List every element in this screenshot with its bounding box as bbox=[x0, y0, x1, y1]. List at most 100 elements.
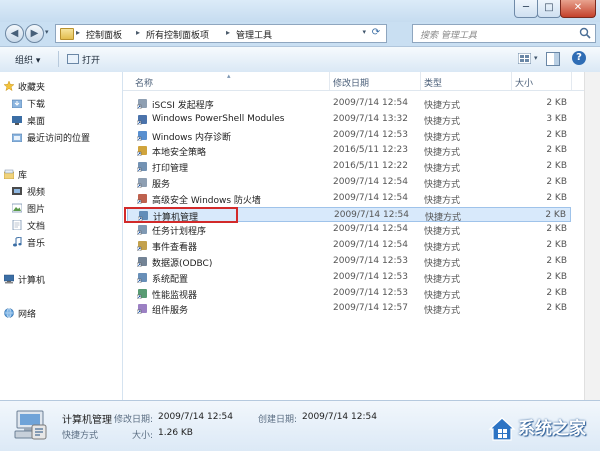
nav-videos[interactable]: 视频 bbox=[0, 183, 120, 199]
vertical-scrollbar[interactable] bbox=[584, 72, 600, 400]
change-view-icon[interactable] bbox=[518, 53, 531, 64]
refresh-icon[interactable]: ⟳ bbox=[369, 26, 383, 40]
file-name: 数据源(ODBC) bbox=[152, 259, 213, 269]
open-icon bbox=[67, 54, 79, 64]
navigation-pane: 收藏夹 下载 桌面 最近访问的位置 库 视频 图片 文档 音乐 计算机 网络 bbox=[0, 72, 123, 400]
address-bar[interactable]: ▸ 控制面板 ▸ 所有控制面板项 ▸ 管理工具 ▾ ⟳ bbox=[55, 24, 387, 43]
column-header-type[interactable]: 类型 bbox=[424, 76, 442, 89]
house-logo-icon bbox=[488, 417, 516, 441]
nav-libraries[interactable]: 库 bbox=[0, 166, 120, 182]
file-size: 2 KB bbox=[545, 209, 566, 220]
details-size-label: 大小: bbox=[132, 431, 154, 441]
open-button[interactable]: 打开 bbox=[82, 53, 100, 66]
preview-pane-icon[interactable] bbox=[546, 52, 560, 66]
search-icon[interactable] bbox=[579, 27, 591, 39]
address-dropdown-icon[interactable]: ▾ bbox=[362, 28, 366, 36]
forward-button[interactable]: ▶ bbox=[25, 24, 44, 43]
nav-recent-places[interactable]: 最近访问的位置 bbox=[0, 129, 120, 145]
file-row[interactable]: iSCSI 发起程序 2009/7/14 12:54 快捷方式 2 KB bbox=[127, 96, 571, 111]
column-header-modified[interactable]: 修改日期 bbox=[333, 76, 369, 89]
file-row[interactable]: 高级安全 Windows 防火墙 2009/7/14 12:54 快捷方式 2 KB bbox=[127, 191, 571, 206]
file-size: 2 KB bbox=[546, 303, 567, 314]
shortcut-icon bbox=[137, 288, 147, 299]
file-size: 2 KB bbox=[546, 224, 567, 235]
file-modified-date: 2009/7/14 12:54 bbox=[333, 177, 408, 187]
column-header-size[interactable]: 大小 bbox=[515, 76, 533, 89]
nav-computer[interactable]: 计算机 bbox=[0, 271, 120, 287]
file-type: 快捷方式 bbox=[424, 164, 461, 175]
file-name: 组件服务 bbox=[152, 306, 189, 317]
file-row[interactable]: 任务计划程序 2009/7/14 12:54 快捷方式 2 KB bbox=[127, 222, 571, 237]
nav-network[interactable]: 网络 bbox=[0, 305, 120, 321]
file-row[interactable]: Windows 内存诊断 2009/7/14 12:53 快捷方式 2 KB bbox=[127, 128, 571, 143]
annotation-highlight-box bbox=[124, 207, 238, 223]
file-name: Windows PowerShell Modules bbox=[152, 113, 285, 124]
column-divider[interactable] bbox=[420, 72, 421, 90]
recent-pages-chevron-icon[interactable]: ▾ bbox=[45, 28, 49, 36]
nav-libraries-label: 库 bbox=[18, 171, 28, 181]
view-dropdown-icon[interactable]: ▾ bbox=[534, 54, 538, 62]
file-size: 2 KB bbox=[546, 240, 567, 251]
file-modified-date: 2009/7/14 12:57 bbox=[333, 303, 408, 314]
file-modified-date: 2009/7/14 12:53 bbox=[333, 287, 408, 298]
nav-pictures[interactable]: 图片 bbox=[0, 200, 120, 216]
close-button[interactable]: ✕ bbox=[560, 0, 596, 18]
back-button[interactable]: ◀ bbox=[5, 24, 24, 43]
file-row[interactable]: 服务 2009/7/14 12:54 快捷方式 2 KB bbox=[127, 175, 571, 190]
search-input[interactable]: 搜索 管理工具 bbox=[412, 24, 596, 43]
file-name: 性能监视器 bbox=[152, 290, 198, 301]
maximize-button[interactable]: □ bbox=[537, 0, 561, 18]
file-name: 打印管理 bbox=[152, 164, 189, 175]
shortcut-icon bbox=[137, 272, 147, 283]
column-divider[interactable] bbox=[511, 72, 512, 90]
computer-icon bbox=[4, 274, 14, 284]
breadcrumb-control-panel[interactable]: 控制面板 bbox=[86, 28, 122, 41]
file-row[interactable]: 组件服务 2009/7/14 12:57 快捷方式 2 KB bbox=[127, 301, 571, 316]
breadcrumb-separator-icon[interactable]: ▸ bbox=[226, 28, 230, 37]
breadcrumb-separator-icon[interactable]: ▸ bbox=[76, 28, 80, 37]
file-modified-date: 2009/7/14 12:54 bbox=[333, 240, 408, 251]
nav-favorites-label: 收藏夹 bbox=[18, 83, 46, 93]
search-placeholder: 搜索 管理工具 bbox=[420, 31, 477, 41]
file-name: 高级安全 Windows 防火墙 bbox=[152, 195, 261, 206]
file-name: 任务计划程序 bbox=[152, 227, 207, 238]
file-type: 快捷方式 bbox=[424, 132, 461, 143]
nav-favorites[interactable]: 收藏夹 bbox=[0, 78, 120, 94]
file-size: 2 KB bbox=[546, 177, 567, 187]
nav-pictures-label: 图片 bbox=[27, 205, 46, 215]
file-type: 快捷方式 bbox=[424, 227, 461, 238]
file-modified-date: 2009/7/14 12:53 bbox=[333, 129, 408, 140]
toolbar-divider bbox=[58, 51, 59, 67]
shortcut-icon bbox=[137, 114, 147, 125]
nav-desktop[interactable]: 桌面 bbox=[0, 112, 120, 128]
file-row[interactable]: 系统配置 2009/7/14 12:53 快捷方式 2 KB bbox=[127, 270, 571, 285]
file-row[interactable]: Windows PowerShell Modules 2009/7/14 13:3… bbox=[127, 112, 571, 127]
nav-music[interactable]: 音乐 bbox=[0, 234, 120, 250]
file-modified-date: 2009/7/14 12:54 bbox=[334, 209, 409, 220]
file-modified-date: 2016/5/11 12:23 bbox=[333, 145, 408, 156]
nav-downloads[interactable]: 下载 bbox=[0, 95, 120, 111]
column-header-name[interactable]: 名称 bbox=[135, 76, 153, 89]
details-created-value: 2009/7/14 12:54 bbox=[302, 412, 377, 422]
sort-ascending-icon: ▴ bbox=[227, 72, 231, 80]
organize-button[interactable]: 组织 ▾ bbox=[15, 53, 40, 66]
file-row[interactable]: 本地安全策略 2016/5/11 12:23 快捷方式 2 KB bbox=[127, 143, 571, 158]
breadcrumb-admin-tools[interactable]: 管理工具 bbox=[236, 28, 272, 41]
file-modified-date: 2016/5/11 12:22 bbox=[333, 161, 408, 172]
minimize-button[interactable]: ─ bbox=[514, 0, 538, 18]
command-bar: 组织 ▾ 打开 ▾ ? bbox=[0, 46, 600, 73]
file-type: 快捷方式 bbox=[424, 180, 461, 190]
file-row[interactable]: 打印管理 2016/5/11 12:22 快捷方式 2 KB bbox=[127, 159, 571, 174]
file-row[interactable]: 事件查看器 2009/7/14 12:54 快捷方式 2 KB bbox=[127, 238, 571, 253]
file-row[interactable]: 数据源(ODBC) 2009/7/14 12:53 快捷方式 2 KB bbox=[127, 254, 571, 269]
column-divider[interactable] bbox=[571, 72, 572, 90]
file-size: 2 KB bbox=[546, 145, 567, 156]
breadcrumb-all-items[interactable]: 所有控制面板项 bbox=[146, 28, 209, 41]
file-name: 系统配置 bbox=[152, 274, 189, 285]
file-row[interactable]: 性能监视器 2009/7/14 12:53 快捷方式 2 KB bbox=[127, 286, 571, 301]
breadcrumb-separator-icon[interactable]: ▸ bbox=[136, 28, 140, 37]
file-modified-date: 2009/7/14 12:53 bbox=[333, 271, 408, 282]
help-button[interactable]: ? bbox=[572, 51, 586, 65]
column-divider[interactable] bbox=[329, 72, 330, 90]
nav-documents[interactable]: 文档 bbox=[0, 217, 120, 233]
